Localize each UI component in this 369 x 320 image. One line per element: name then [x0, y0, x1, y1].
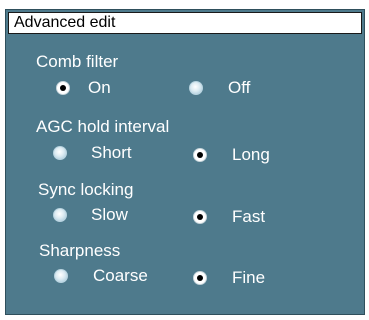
comb-filter-on-label: On — [88, 78, 111, 97]
advanced-edit-panel: Advanced edit Comb filter On Off AGC hol… — [5, 9, 365, 315]
comb-filter-label: Comb filter — [36, 52, 119, 71]
radio-unselected-icon[interactable] — [54, 269, 68, 283]
agc-long-option[interactable]: Long — [193, 144, 270, 166]
comb-filter-off-option[interactable]: Off — [189, 77, 250, 99]
sharpness-coarse-label: Coarse — [93, 266, 148, 285]
comb-filter-on-option[interactable]: On — [56, 77, 111, 99]
sync-slow-option[interactable]: Slow — [53, 204, 128, 226]
agc-short-label: Short — [91, 143, 132, 162]
sync-fast-option[interactable]: Fast — [193, 206, 265, 228]
panel-title-bar: Advanced edit — [8, 12, 362, 34]
agc-hold-interval-label: AGC hold interval — [36, 117, 170, 136]
sharpness-label: Sharpness — [39, 241, 121, 260]
comb-filter-off-label: Off — [228, 78, 251, 97]
sharpness-fine-option[interactable]: Fine — [193, 267, 265, 289]
agc-short-option[interactable]: Short — [53, 142, 132, 164]
radio-unselected-icon[interactable] — [189, 81, 203, 95]
sharpness-coarse-option[interactable]: Coarse — [54, 265, 148, 287]
radio-selected-icon[interactable] — [56, 81, 70, 95]
sync-slow-label: Slow — [91, 205, 128, 224]
panel-title: Advanced edit — [14, 14, 116, 31]
radio-unselected-icon[interactable] — [53, 146, 67, 160]
radio-selected-icon[interactable] — [193, 148, 207, 162]
sharpness-fine-label: Fine — [232, 268, 266, 287]
sync-fast-label: Fast — [232, 207, 266, 226]
radio-selected-icon[interactable] — [193, 271, 207, 285]
radio-selected-icon[interactable] — [193, 210, 207, 224]
sync-locking-label: Sync locking — [38, 180, 134, 199]
agc-long-label: Long — [232, 145, 270, 164]
radio-unselected-icon[interactable] — [53, 208, 67, 222]
